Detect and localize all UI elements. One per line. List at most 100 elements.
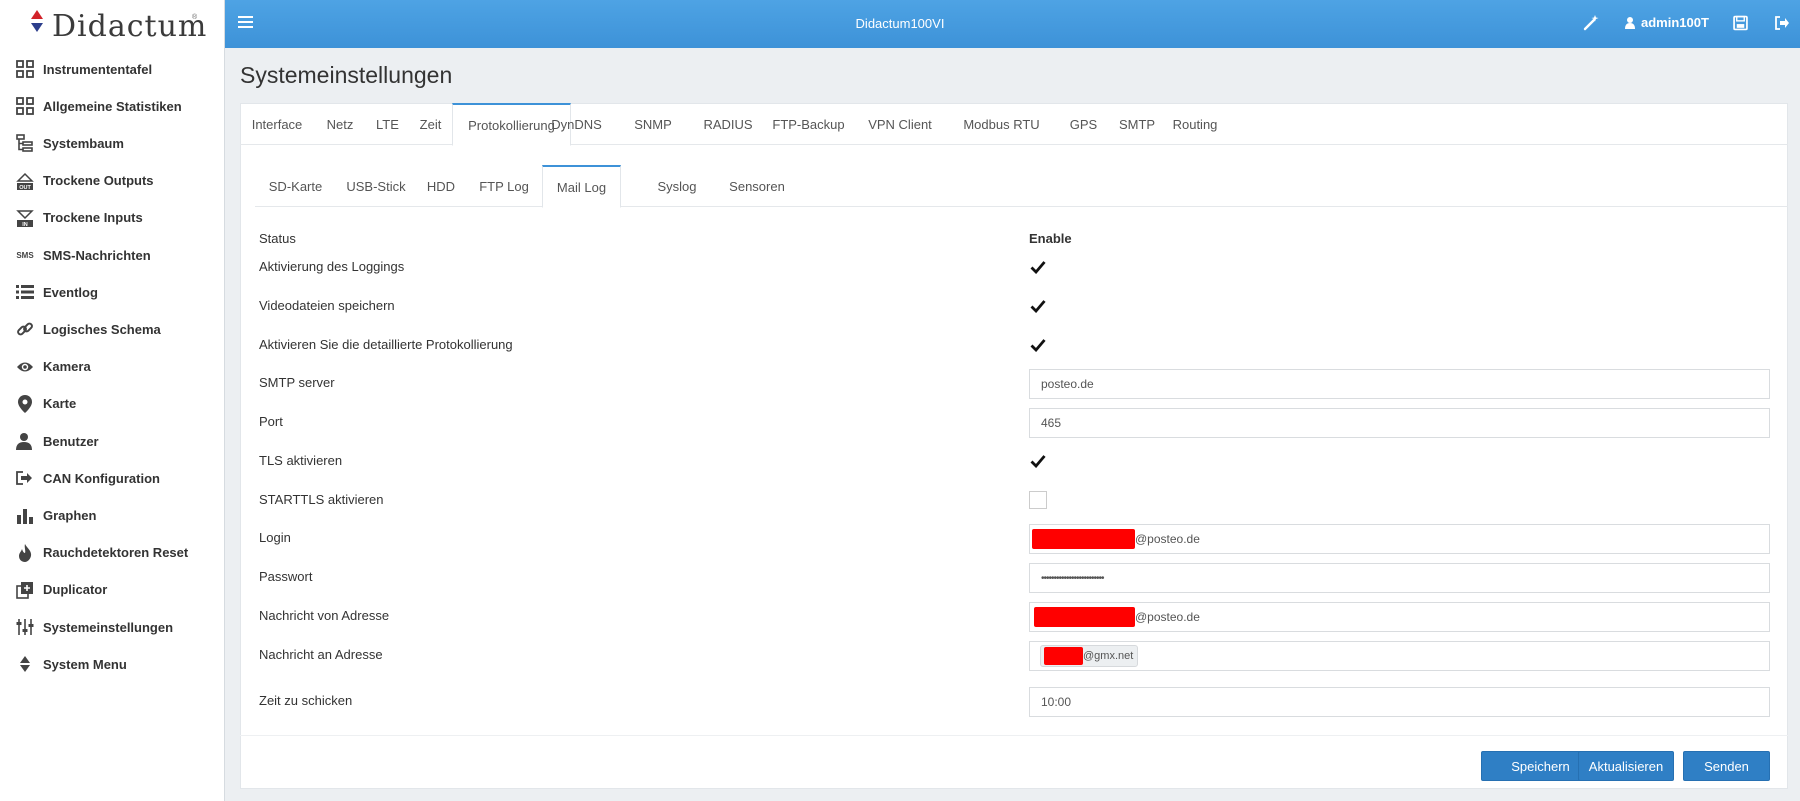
tab-snmp[interactable]: SNMP — [616, 103, 690, 145]
sidebar-item-label: Systemeinstellungen — [43, 619, 174, 635]
detailed-logging-checkbox[interactable] — [1029, 336, 1047, 354]
recipient-suffix: @gmx.net — [1083, 650, 1134, 662]
starttls-checkbox[interactable] — [1029, 491, 1047, 509]
video-checkbox[interactable] — [1029, 297, 1047, 315]
sidebar-item-label: Logisches Schema — [43, 321, 161, 337]
in-icon: IN — [15, 208, 35, 228]
sidebar-item-can-konfiguration[interactable]: CAN Konfiguration — [0, 459, 225, 497]
svg-text:OUT: OUT — [19, 185, 31, 190]
tab-smtp[interactable]: SMTP — [1113, 103, 1161, 145]
subtab-mail-log[interactable]: Mail Log — [542, 165, 621, 208]
sidebar-item-label: Benutzer — [43, 433, 99, 449]
password-input[interactable]: ••••••••••••••••••••••••• — [1029, 563, 1770, 593]
sidebar-item-trockene-inputs[interactable]: IN Trockene Inputs — [0, 199, 225, 237]
user-menu[interactable]: admin100T — [1625, 15, 1709, 30]
sidebar-item-eventlog[interactable]: Eventlog — [0, 273, 225, 311]
send-time-label: Zeit zu schicken — [259, 693, 353, 708]
subtab-sensoren[interactable]: Sensoren — [717, 165, 797, 207]
sidebar-item-kamera[interactable]: Kamera — [0, 348, 225, 386]
send-button[interactable]: Senden — [1683, 751, 1770, 781]
from-address-input[interactable]: @posteo.de — [1029, 602, 1770, 632]
logo-trademark: ® — [192, 14, 198, 21]
sidebar-item-sms-nachrichten[interactable]: SMS SMS-Nachrichten — [0, 236, 225, 274]
sidebar-item-label: Duplicator — [43, 582, 108, 598]
subtab-hdd[interactable]: HDD — [416, 165, 466, 207]
username: admin100T — [1641, 15, 1709, 30]
tab-netz[interactable]: Netz — [314, 103, 366, 145]
tab-zeit[interactable]: Zeit — [409, 103, 452, 145]
tree-icon — [15, 133, 35, 153]
list-icon — [15, 282, 35, 302]
copy-icon — [15, 580, 35, 600]
magic-wand-icon[interactable] — [1582, 14, 1600, 32]
sidebar-item-benutzer[interactable]: Benutzer — [0, 422, 225, 460]
logging-checkbox[interactable] — [1029, 258, 1047, 276]
tab-interface[interactable]: Interface — [240, 103, 314, 145]
login-input[interactable]: @posteo.de — [1029, 524, 1770, 554]
sidebar-item-system-menu[interactable]: System Menu — [0, 645, 225, 683]
smtp-server-input[interactable]: posteo.de — [1029, 369, 1770, 399]
redacted-block — [1044, 647, 1083, 665]
smtp-server-value: posteo.de — [1041, 377, 1094, 391]
sidebar-item-label: Systembaum — [43, 135, 124, 151]
logo[interactable]: Didactum ® — [0, 0, 225, 48]
login-suffix: @posteo.de — [1135, 532, 1200, 546]
sidebar-item-trockene-outputs[interactable]: OUT Trockene Outputs — [0, 162, 225, 200]
sidebar-item-rauchdetektoren-reset[interactable]: Rauchdetektoren Reset — [0, 534, 225, 572]
logo-mark-icon — [31, 10, 43, 32]
refresh-button[interactable]: Aktualisieren — [1578, 751, 1674, 781]
tab-dyndns[interactable]: DynDNS — [537, 103, 616, 145]
subtab-syslog[interactable]: Syslog — [646, 165, 708, 207]
tab-lte[interactable]: LTE — [366, 103, 409, 145]
sidebar-item-duplicator[interactable]: Duplicator — [0, 571, 225, 609]
tls-checkbox[interactable] — [1029, 452, 1047, 470]
sidebar-item-label: Kamera — [43, 359, 91, 375]
password-label: Passwort — [259, 569, 313, 584]
bar-chart-icon — [15, 505, 35, 525]
starttls-label: STARTTLS aktivieren — [259, 492, 384, 507]
menu-icon[interactable] — [238, 16, 253, 30]
link-icon — [15, 319, 35, 339]
sidebar-item-karte[interactable]: Karte — [0, 385, 225, 423]
sub-tabs: SD-Karte USB-Stick HDD FTP Log Mail Log Syslo… — [255, 165, 1788, 208]
subtab-ftp-log[interactable]: FTP Log — [466, 165, 542, 207]
sidebar-item-label: Instrumententafel — [43, 61, 153, 77]
login-label: Login — [259, 530, 291, 545]
sidebar-item-systemeinstellungen[interactable]: Systemeinstellungen — [0, 608, 225, 646]
subtab-usb-stick[interactable]: USB-Stick — [336, 165, 416, 207]
to-address-input[interactable]: @gmx.net — [1029, 641, 1770, 671]
device-name: Didactum100VI — [855, 16, 945, 31]
tab-modbus-rtu[interactable]: Modbus RTU — [949, 103, 1054, 145]
tab-radius[interactable]: RADIUS — [690, 103, 766, 145]
sidebar-item-instrumententafel[interactable]: Instrumententafel — [0, 50, 225, 88]
sidebar-item-systembaum[interactable]: Systembaum — [0, 124, 225, 162]
logout-icon[interactable] — [1774, 14, 1790, 32]
checkmark-icon — [1030, 455, 1046, 468]
sidebar-item-logisches-schema[interactable]: Logisches Schema — [0, 310, 225, 348]
map-marker-icon — [15, 394, 35, 414]
tab-gps[interactable]: GPS — [1054, 103, 1113, 145]
sidebar-item-graphen[interactable]: Graphen — [0, 496, 225, 534]
user-icon — [1625, 16, 1635, 29]
port-value: 465 — [1041, 416, 1062, 430]
sign-in-icon — [15, 468, 35, 488]
sidebar-item-label: Rauchdetektoren Reset — [43, 545, 189, 561]
tab-ftp-backup[interactable]: FTP-Backup — [766, 103, 851, 145]
dashboard-icon — [15, 96, 35, 116]
from-address-label: Nachricht von Adresse — [259, 608, 390, 623]
port-label: Port — [259, 414, 283, 429]
recipient-tag[interactable]: @gmx.net — [1040, 645, 1139, 667]
dashboard-icon — [15, 59, 35, 79]
tab-routing[interactable]: Routing — [1161, 103, 1229, 145]
send-time-value: 10:00 — [1041, 695, 1072, 709]
user-icon — [15, 431, 35, 451]
save-icon[interactable] — [1733, 14, 1748, 32]
tab-vpn-client[interactable]: VPN Client — [851, 103, 949, 145]
divider — [240, 735, 1788, 736]
sidebar-item-allgemeine-statistiken[interactable]: Allgemeine Statistiken — [0, 87, 225, 125]
subtab-sd-karte[interactable]: SD-Karte — [255, 165, 336, 207]
send-time-input[interactable]: 10:00 — [1029, 687, 1770, 717]
sidebar-item-label: Karte — [43, 396, 77, 412]
port-input[interactable]: 465 — [1029, 408, 1770, 438]
video-label: Videodateien speichern — [259, 298, 395, 313]
